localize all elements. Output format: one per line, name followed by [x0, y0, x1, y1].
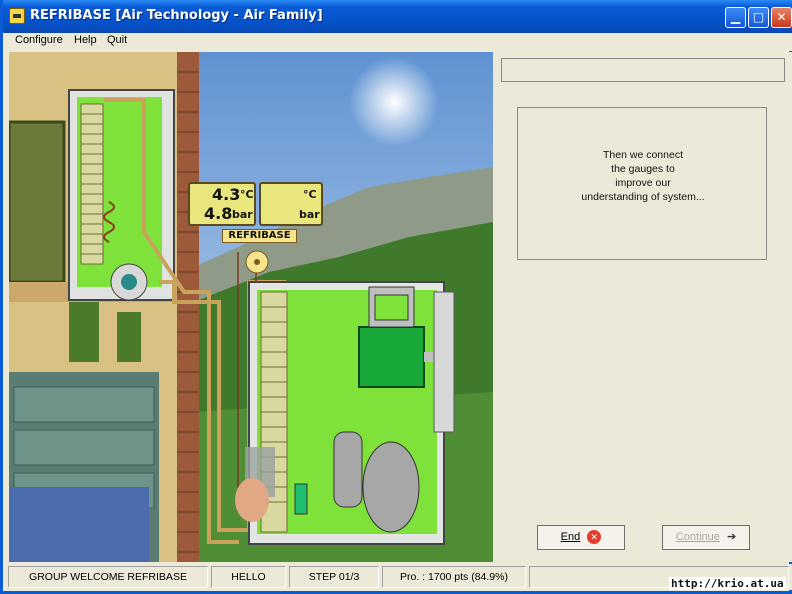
status-progress: Pro. : 1700 pts (84.9%)	[382, 566, 526, 588]
gauge-right-temp-unit: °C	[303, 188, 317, 201]
status-user: HELLO	[211, 566, 286, 588]
continue-button-label: Continue	[675, 531, 720, 543]
message-box: Then we connect the gauges to improve ou…	[517, 107, 767, 260]
arrow-right-icon: ➔	[726, 531, 737, 543]
continue-button[interactable]: Continue ➔	[662, 525, 750, 550]
gauge-manifold-label: REFRIBASE	[222, 229, 297, 243]
gauge-left-pressure: 4.8	[204, 204, 233, 223]
watermark: http://krio.at.ua	[669, 577, 786, 590]
menu-configure[interactable]: Configure	[15, 34, 63, 46]
end-button-label: End	[560, 531, 581, 543]
menu-help[interactable]: Help	[74, 34, 97, 46]
step-title-field	[501, 58, 785, 82]
close-button[interactable]: ✕	[771, 7, 792, 28]
status-group: GROUP WELCOME REFRIBASE	[8, 566, 208, 588]
minimize-button[interactable]: ▁	[725, 7, 746, 28]
maximize-button[interactable]: □	[748, 7, 769, 28]
gauge-low-pressure[interactable]: 4.3 °C 4.8 bar	[188, 182, 256, 226]
gauge-left-pressure-unit: bar	[232, 208, 253, 221]
close-circle-icon: ✕	[587, 530, 602, 545]
menu-bar: Configure Help Quit	[6, 33, 792, 51]
gauge-right-pressure-unit: bar	[299, 208, 320, 221]
gauge-left-temp-unit: °C	[240, 188, 254, 201]
close-icon: ✕	[776, 10, 787, 24]
scene-illustration	[9, 52, 493, 562]
end-button[interactable]: End ✕	[537, 525, 625, 550]
title-bar[interactable]: REFRIBASE [Air Technology - Air Family] …	[3, 0, 792, 33]
instruction-panel: Then we connect the gauges to improve ou…	[493, 52, 792, 562]
gauge-left-temp: 4.3	[212, 185, 241, 204]
simulation-scene[interactable]: 4.3 °C 4.8 bar °C bar REFRIBASE	[9, 52, 493, 562]
maximize-icon: □	[752, 10, 765, 24]
app-window: REFRIBASE [Air Technology - Air Family] …	[0, 0, 792, 594]
menu-quit[interactable]: Quit	[107, 34, 127, 46]
minimize-icon: ▁	[730, 10, 741, 24]
gauge-high-pressure[interactable]: °C bar	[259, 182, 323, 226]
instruction-text: Then we connect the gauges to improve ou…	[581, 149, 705, 203]
window-title: REFRIBASE [Air Technology - Air Family]	[30, 8, 323, 23]
status-step: STEP 01/3	[289, 566, 379, 588]
app-icon	[9, 8, 25, 24]
